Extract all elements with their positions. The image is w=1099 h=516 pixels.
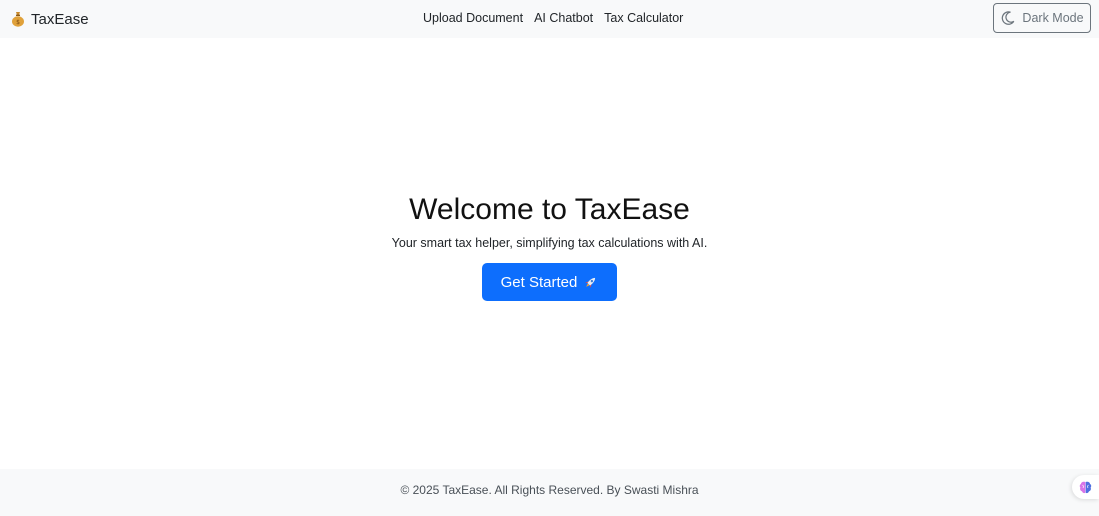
- rocket-icon: [583, 275, 598, 290]
- floating-assistant-button[interactable]: [1072, 475, 1099, 499]
- brain-icon: [1078, 480, 1093, 495]
- get-started-label: Get Started: [500, 273, 578, 291]
- hero-subtitle: Your smart tax helper, simplifying tax c…: [391, 236, 708, 250]
- footer-copyright: © 2025 TaxEase. All Rights Reserved. By …: [400, 483, 699, 497]
- nav-tax-calculator[interactable]: Tax Calculator: [604, 11, 683, 25]
- brand-name: TaxEase: [31, 10, 89, 28]
- nav-upload-document[interactable]: Upload Document: [423, 11, 523, 25]
- hero-title: Welcome to TaxEase: [409, 193, 690, 226]
- footer: © 2025 TaxEase. All Rights Reserved. By …: [0, 469, 1099, 516]
- nav-links: Upload Document AI Chatbot Tax Calculato…: [423, 11, 683, 25]
- hero-section: Welcome to TaxEase Your smart tax helper…: [0, 38, 1099, 469]
- get-started-button[interactable]: Get Started: [482, 263, 617, 301]
- svg-text:$: $: [16, 19, 20, 26]
- nav-ai-chatbot[interactable]: AI Chatbot: [534, 11, 593, 25]
- moon-icon: [1000, 10, 1016, 26]
- dark-mode-label: Dark Mode: [1022, 11, 1084, 25]
- brand-link[interactable]: $ TaxEase: [11, 9, 89, 29]
- dark-mode-button[interactable]: Dark Mode: [993, 3, 1091, 33]
- navbar: $ TaxEase Upload Document AI Chatbot Tax…: [0, 0, 1099, 38]
- money-bag-icon: $: [11, 11, 25, 27]
